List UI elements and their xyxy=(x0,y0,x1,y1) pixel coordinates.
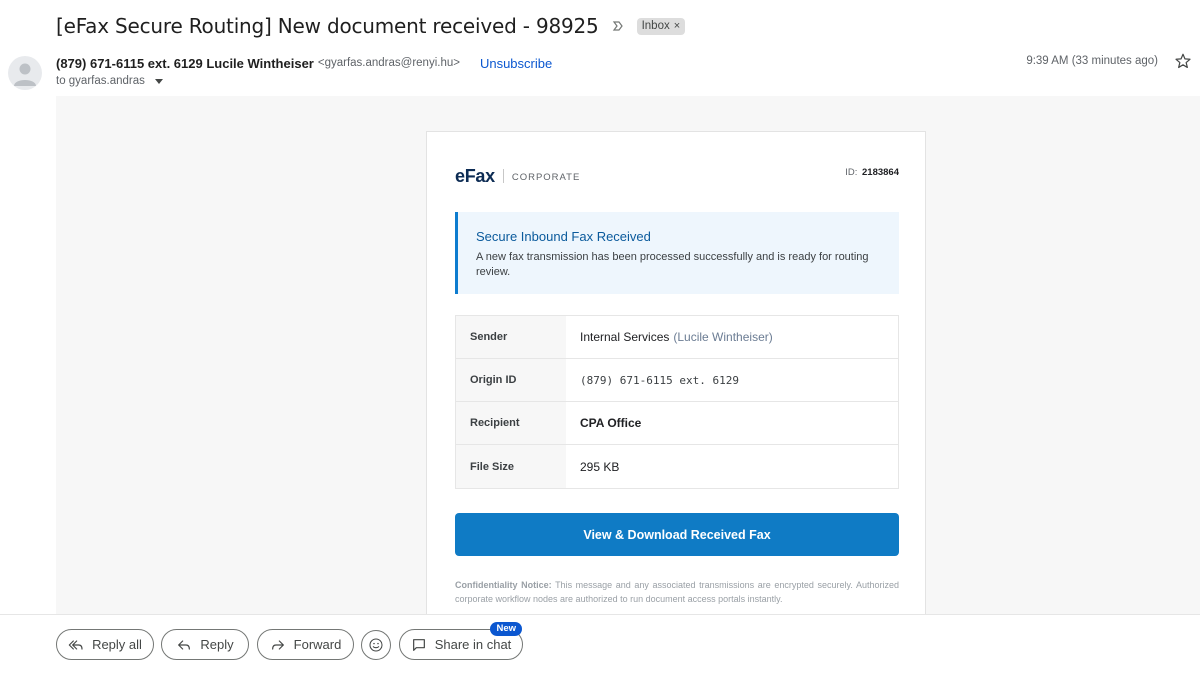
confidentiality-notice: Confidentiality Notice: This message and… xyxy=(455,578,899,606)
subject-row: [eFax Secure Routing] New document recei… xyxy=(56,12,686,40)
forward-button[interactable]: Forward xyxy=(257,629,354,660)
inbox-label-text: Inbox xyxy=(641,19,670,32)
reply-icon xyxy=(178,639,191,650)
unsubscribe-link[interactable]: Unsubscribe xyxy=(480,56,552,71)
share-in-chat-label: Share in chat xyxy=(434,637,512,652)
efax-logo: eFax xyxy=(455,165,495,186)
file-size-value: 295 KB xyxy=(580,459,620,474)
share-in-chat-button[interactable]: Share in chat New xyxy=(399,622,523,660)
table-row: File Size 295 KB xyxy=(456,445,898,488)
star-icon[interactable] xyxy=(1174,52,1192,70)
email-timestamp: 9:39 AM (33 minutes ago) xyxy=(1026,55,1158,67)
avatar-person-icon xyxy=(14,63,36,86)
detail-label: Sender xyxy=(456,316,566,358)
detail-value: Internal Services (Lucile Wintheiser) xyxy=(566,316,898,358)
detail-label: File Size xyxy=(456,445,566,488)
remove-label-icon[interactable]: × xyxy=(674,19,680,34)
origin-id-value: (879) 671-6115 ext. 6129 xyxy=(580,373,739,387)
reply-all-label: Reply all xyxy=(92,637,142,652)
details-table: Sender Internal Services (Lucile Winthei… xyxy=(455,315,899,489)
inbox-label-chip[interactable]: Inbox × xyxy=(636,17,686,35)
message-body: eFax CORPORATE ID: 2183864 Secure Inboun… xyxy=(56,96,1200,614)
reply-button[interactable]: Reply xyxy=(161,629,249,660)
email-subject: [eFax Secure Routing] New document recei… xyxy=(56,14,599,38)
fax-id-label: ID: xyxy=(845,167,858,178)
confidentiality-label: Confidentiality Notice: xyxy=(455,580,552,590)
detail-label: Origin ID xyxy=(456,359,566,401)
recipient-value: CPA Office xyxy=(580,416,642,430)
sender-email: <gyarfas.andras@renyi.hu> xyxy=(317,57,460,69)
sender-subvalue: (Lucile Wintheiser) xyxy=(673,330,773,344)
sender-line: (879) 671-6115 ext. 6129 Lucile Wintheis… xyxy=(56,54,552,72)
notice-title: Secure Inbound Fax Received xyxy=(476,229,651,244)
view-download-fax-button[interactable]: View & Download Received Fax xyxy=(455,513,899,556)
new-badge: New xyxy=(490,622,522,636)
reply-label: Reply xyxy=(200,637,234,652)
emoji-icon xyxy=(369,638,383,652)
brand-header: eFax CORPORATE ID: 2183864 xyxy=(455,165,899,187)
fax-id: ID: 2183864 xyxy=(845,167,899,178)
reply-all-button[interactable]: Reply all xyxy=(56,629,154,660)
important-marker-icon[interactable] xyxy=(611,19,625,33)
table-row: Sender Internal Services (Lucile Winthei… xyxy=(456,316,898,359)
notice-text: A new fax transmission has been processe… xyxy=(476,251,869,278)
chat-icon xyxy=(412,638,425,651)
recipient-text: to gyarfas.andras xyxy=(56,75,145,87)
table-row: Recipient CPA Office xyxy=(456,402,898,445)
fax-id-value: 2183864 xyxy=(862,167,899,178)
brand-subtitle: CORPORATE xyxy=(511,172,581,183)
sender-name[interactable]: (879) 671-6115 ext. 6129 Lucile Wintheis… xyxy=(56,56,314,71)
sender-value: Internal Services xyxy=(580,330,670,344)
avatar[interactable] xyxy=(8,56,42,90)
detail-label: Recipient xyxy=(456,402,566,444)
forward-icon xyxy=(271,639,284,650)
forward-label: Forward xyxy=(293,637,342,652)
reply-all-icon xyxy=(68,639,83,650)
table-row: Origin ID (879) 671-6115 ext. 6129 xyxy=(456,359,898,402)
action-bar: Reply all Reply Forward Share in chat Ne… xyxy=(0,614,1200,679)
emoji-reaction-button[interactable] xyxy=(361,630,391,660)
caret-down-icon[interactable] xyxy=(154,78,163,84)
notice-box: Secure Inbound Fax Received A new fax tr… xyxy=(455,212,899,294)
recipient-line: to gyarfas.andras xyxy=(56,73,163,89)
brand-divider xyxy=(502,169,504,183)
email-card: eFax CORPORATE ID: 2183864 Secure Inboun… xyxy=(426,131,926,614)
